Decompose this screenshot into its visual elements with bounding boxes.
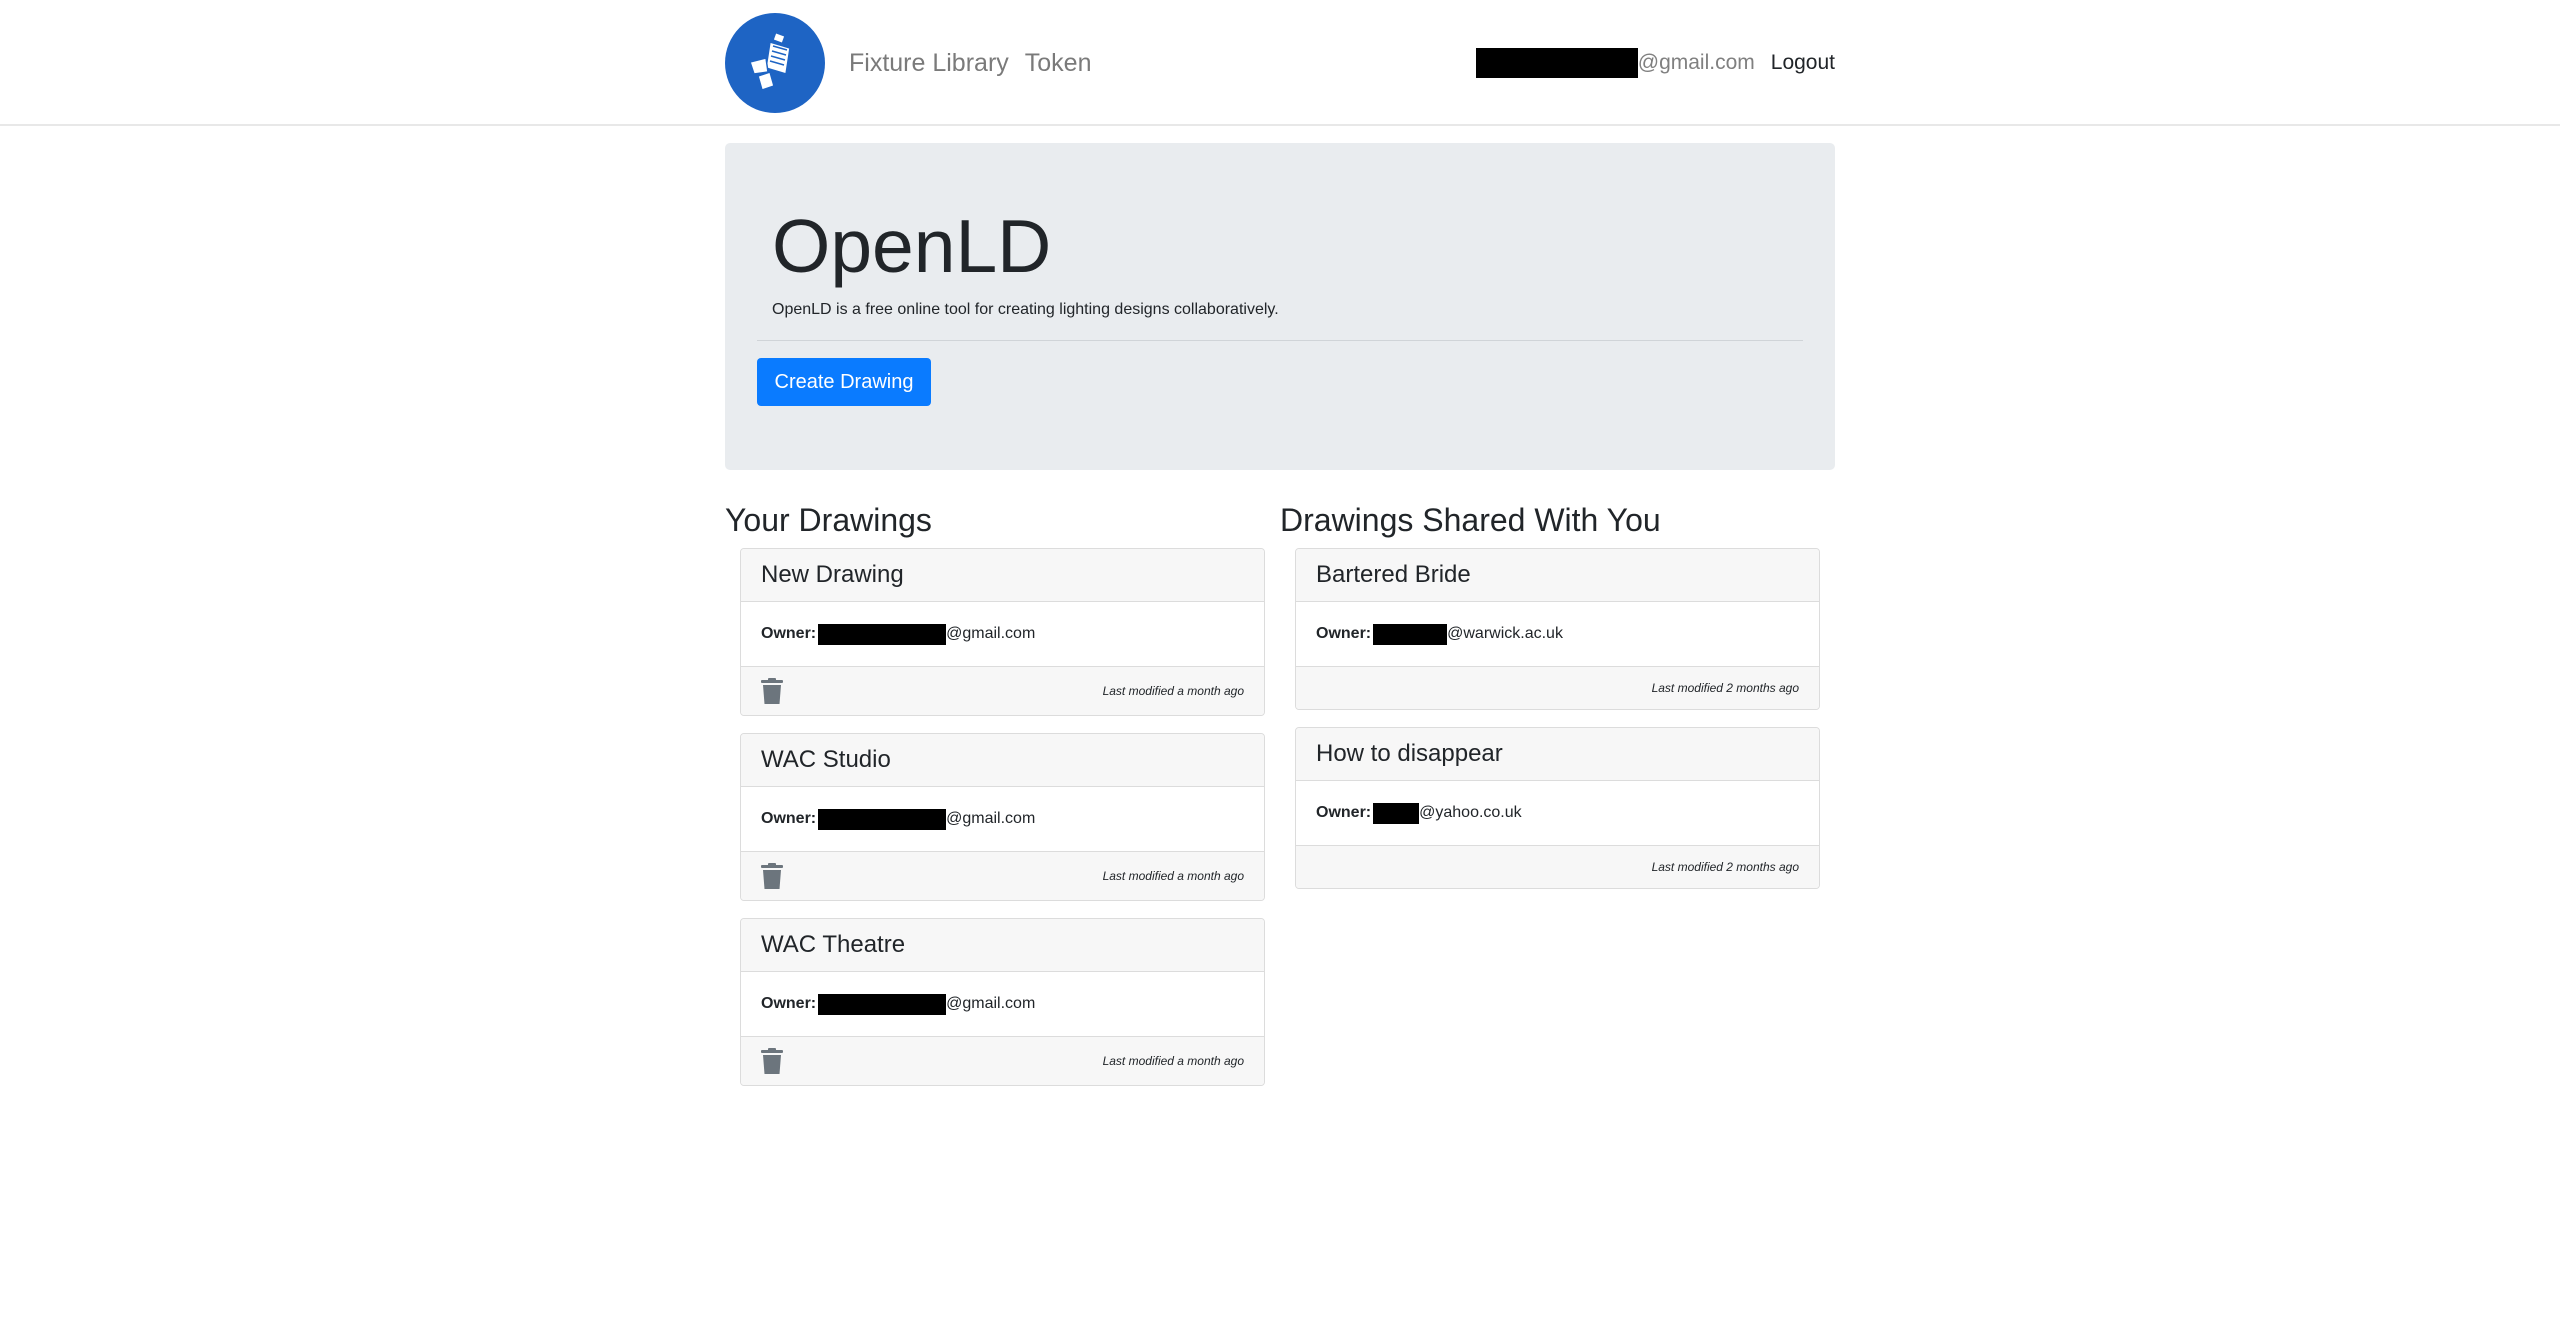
card-footer: Last modified a month ago bbox=[741, 851, 1264, 900]
trash-icon[interactable] bbox=[761, 863, 783, 889]
navbar-inner: Fixture Library Token @gmail.com Logout bbox=[725, 0, 1835, 126]
user-email-suffix: @gmail.com bbox=[1637, 51, 1755, 74]
logout-link[interactable]: Logout bbox=[1771, 51, 1835, 75]
drawing-owner: Owner: @gmail.com bbox=[741, 787, 1264, 851]
redacted-owner bbox=[818, 993, 947, 1015]
drawing-name[interactable]: WAC Theatre bbox=[741, 919, 1264, 972]
card-footer: Last modified 2 months ago bbox=[1296, 845, 1819, 888]
divider bbox=[757, 340, 1803, 341]
owner-email-suffix: @gmail.com bbox=[946, 810, 1036, 827]
owner-email-suffix: @yahoo.co.uk bbox=[1419, 804, 1522, 821]
trash-icon[interactable] bbox=[761, 1048, 783, 1074]
nav-link-fixture-library[interactable]: Fixture Library bbox=[849, 49, 1009, 78]
shared-drawings-title: Drawings Shared With You bbox=[1280, 502, 1661, 538]
drawing-card[interactable]: WAC Studio Owner: @gmail.com Last modifi… bbox=[740, 733, 1265, 901]
openld-logo-icon[interactable] bbox=[725, 13, 825, 113]
your-drawings-title: Your Drawings bbox=[725, 502, 932, 538]
redacted-owner bbox=[818, 808, 947, 830]
redacted-owner bbox=[1373, 623, 1448, 645]
page-title: OpenLD bbox=[772, 204, 1052, 288]
nav-link-token[interactable]: Token bbox=[1025, 49, 1092, 78]
card-footer: Last modified 2 months ago bbox=[1296, 666, 1819, 709]
create-drawing-button[interactable]: Create Drawing bbox=[757, 358, 931, 406]
last-modified: Last modified a month ago bbox=[1102, 869, 1244, 883]
trash-icon[interactable] bbox=[761, 678, 783, 704]
drawing-owner: Owner: @yahoo.co.uk bbox=[1296, 781, 1819, 845]
redacted-username bbox=[1475, 48, 1638, 78]
last-modified: Last modified 2 months ago bbox=[1651, 860, 1799, 874]
owner-label: Owner: bbox=[1316, 625, 1372, 642]
shared-drawing-card[interactable]: Bartered Bride Owner: @warwick.ac.uk Las… bbox=[1295, 548, 1820, 710]
drawing-name[interactable]: WAC Studio bbox=[741, 734, 1264, 787]
last-modified: Last modified a month ago bbox=[1102, 684, 1244, 698]
last-modified: Last modified a month ago bbox=[1102, 1054, 1244, 1068]
navbar: Fixture Library Token @gmail.com Logout bbox=[0, 0, 2560, 126]
shared-drawing-card[interactable]: How to disappear Owner: @yahoo.co.uk Las… bbox=[1295, 727, 1820, 889]
owner-email-suffix: @gmail.com bbox=[946, 995, 1036, 1012]
jumbotron: OpenLD OpenLD is a free online tool for … bbox=[725, 143, 1835, 470]
card-footer: Last modified a month ago bbox=[741, 666, 1264, 715]
owner-email-suffix: @gmail.com bbox=[946, 625, 1036, 642]
user-email: @gmail.com bbox=[1475, 48, 1755, 78]
nav-links: Fixture Library Token bbox=[849, 49, 1107, 78]
drawing-name[interactable]: Bartered Bride bbox=[1296, 549, 1819, 602]
drawing-card[interactable]: New Drawing Owner: @gmail.com Last modif… bbox=[740, 548, 1265, 716]
drawing-owner: Owner: @gmail.com bbox=[741, 602, 1264, 666]
drawing-card[interactable]: WAC Theatre Owner: @gmail.com Last modif… bbox=[740, 918, 1265, 1086]
drawing-owner: Owner: @gmail.com bbox=[741, 972, 1264, 1036]
drawing-owner: Owner: @warwick.ac.uk bbox=[1296, 602, 1819, 666]
owner-label: Owner: bbox=[1316, 804, 1372, 821]
owner-label: Owner: bbox=[761, 625, 817, 642]
last-modified: Last modified 2 months ago bbox=[1651, 681, 1799, 695]
card-footer: Last modified a month ago bbox=[741, 1036, 1264, 1085]
drawing-name[interactable]: How to disappear bbox=[1296, 728, 1819, 781]
page-lead: OpenLD is a free online tool for creatin… bbox=[772, 301, 1279, 318]
owner-label: Owner: bbox=[761, 995, 817, 1012]
redacted-owner bbox=[818, 623, 947, 645]
owner-label: Owner: bbox=[761, 810, 817, 827]
redacted-owner bbox=[1373, 802, 1420, 824]
owner-email-suffix: @warwick.ac.uk bbox=[1447, 625, 1563, 642]
drawing-name[interactable]: New Drawing bbox=[741, 549, 1264, 602]
nav-right: @gmail.com Logout bbox=[1475, 48, 1835, 78]
